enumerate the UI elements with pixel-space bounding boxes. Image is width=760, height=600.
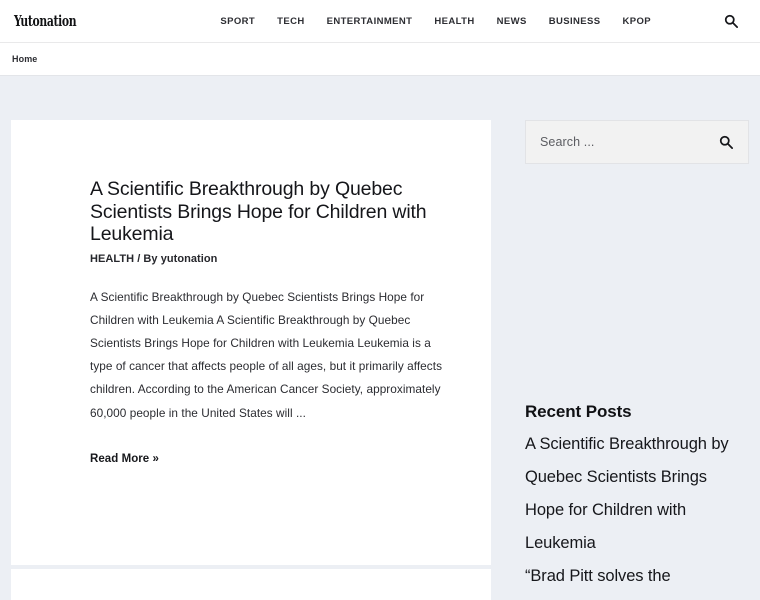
article-excerpt: A Scientific Breakthrough by Quebec Scie…: [90, 289, 443, 420]
list-item: A Scientific Breakthrough by Quebec Scie…: [525, 428, 749, 560]
article-title[interactable]: A Scientific Breakthrough by Quebec Scie…: [90, 178, 451, 246]
main-content: A Scientific Breakthrough by Quebec Scie…: [11, 120, 491, 600]
nav-item-entertainment[interactable]: ENTERTAINMENT: [327, 16, 413, 27]
recent-posts-list: A Scientific Breakthrough by Quebec Scie…: [525, 428, 749, 593]
search-icon: [724, 14, 738, 28]
nav-item-tech[interactable]: TECH: [277, 16, 304, 27]
site-header: Yutonation SPORT TECH ENTERTAINMENT HEAL…: [0, 0, 760, 43]
nav-item-kpop[interactable]: KPOP: [623, 16, 652, 27]
search-input[interactable]: [526, 121, 748, 163]
site-logo[interactable]: Yutonation: [14, 12, 77, 30]
nav-item-business[interactable]: BUSINESS: [549, 16, 601, 27]
meta-by-prefix: By: [143, 252, 158, 265]
page-content: A Scientific Breakthrough by Quebec Scie…: [0, 76, 760, 600]
search-icon: [719, 135, 733, 149]
recent-post-link-1[interactable]: A Scientific Breakthrough by Quebec Scie…: [525, 428, 749, 560]
read-more-link[interactable]: Read More »: [90, 453, 159, 465]
sidebar-search-widget: [525, 120, 749, 164]
breadcrumb-item-home[interactable]: Home: [12, 54, 37, 64]
nav-item-health[interactable]: HEALTH: [434, 16, 474, 27]
list-item: “Brad Pitt solves the: [525, 560, 749, 593]
article-meta: HEALTH / By yutonation: [90, 253, 451, 265]
sidebar: Recent Posts A Scientific Breakthrough b…: [525, 120, 749, 593]
meta-separator: /: [137, 252, 141, 265]
article-category[interactable]: HEALTH: [90, 253, 134, 265]
header-search-toggle[interactable]: [722, 12, 740, 30]
article-card: A Scientific Breakthrough by Quebec Scie…: [11, 120, 491, 565]
recent-post-link-2[interactable]: “Brad Pitt solves the: [525, 560, 749, 593]
recent-posts-widget: Recent Posts A Scientific Breakthrough b…: [525, 402, 749, 593]
main-navigation: SPORT TECH ENTERTAINMENT HEALTH NEWS BUS…: [220, 16, 651, 27]
article-author[interactable]: yutonation: [161, 253, 218, 265]
search-submit-button[interactable]: [717, 133, 735, 151]
breadcrumb: Home: [0, 43, 760, 76]
nav-item-news[interactable]: NEWS: [497, 16, 527, 27]
next-article-card: [11, 569, 491, 600]
recent-posts-title: Recent Posts: [525, 402, 632, 421]
nav-item-sport[interactable]: SPORT: [220, 16, 255, 27]
